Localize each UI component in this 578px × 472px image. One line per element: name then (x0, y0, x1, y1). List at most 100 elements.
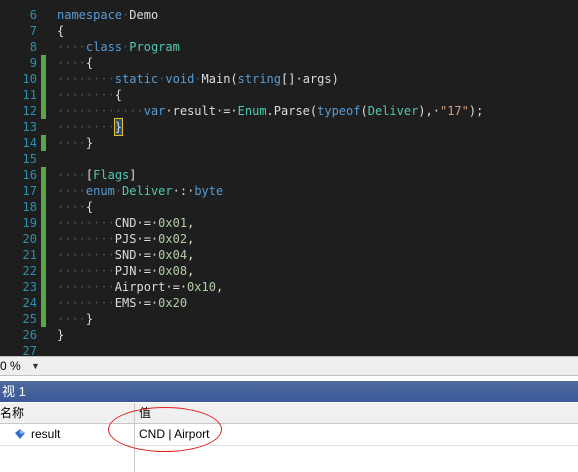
code-line[interactable]: 19 ········CND·=·0x01, (0, 215, 578, 231)
change-indicator-bar (41, 231, 46, 247)
code-line[interactable]: 20 ········PJS·=·0x02, (0, 231, 578, 247)
code-line[interactable]: 18 ····{ (0, 199, 578, 215)
code-token: ···· (57, 136, 86, 150)
line-number: 11 (22, 88, 37, 102)
code-text[interactable]: ········} (57, 118, 124, 136)
line-number: 9 (29, 56, 37, 70)
code-token: ( (360, 104, 368, 118)
change-indicator-bar (41, 135, 46, 151)
code-token: { (85, 56, 94, 70)
code-token: []·args) (281, 72, 339, 86)
code-token: } (57, 328, 65, 342)
code-line[interactable]: 14 ····} (0, 135, 578, 151)
code-text[interactable]: ····} (57, 135, 93, 151)
code-line[interactable]: 22 ········PJN·=·0x08, (0, 263, 578, 279)
code-text[interactable]: ····enum·Deliver·:·byte (57, 183, 223, 199)
code-text[interactable]: ····[Flags] (57, 167, 137, 183)
code-line[interactable]: 10 ········static·void·Main(string[]·args… (0, 71, 578, 87)
code-token: ········ (57, 296, 115, 310)
code-text[interactable]: ····{ (57, 199, 93, 215)
code-line[interactable]: 13 ········} (0, 118, 578, 136)
code-token: PJS·=· (114, 232, 159, 246)
code-token: ···· (57, 168, 86, 182)
code-text[interactable]: ········{ (57, 87, 122, 103)
line-number: 8 (29, 40, 37, 54)
code-token: · (114, 184, 123, 198)
code-token: 0x20 (158, 296, 188, 310)
code-token: Demo (129, 8, 159, 22)
column-separator[interactable] (134, 403, 135, 423)
watch-row-value[interactable]: CND | Airport (139, 424, 209, 445)
code-token: ···· (57, 200, 86, 214)
code-text[interactable]: ········EMS·=·0x20 (57, 295, 187, 311)
code-line[interactable]: 11 ········{ (0, 87, 578, 103)
line-number: 17 (22, 184, 37, 198)
watch-row[interactable]: result CND | Airport (0, 424, 578, 446)
watch-panel-title[interactable]: 视 1 (0, 381, 578, 402)
code-token: CND·=· (114, 216, 159, 230)
code-line[interactable]: 7{ (0, 23, 578, 39)
code-token: 0x04 (158, 248, 188, 262)
code-text[interactable]: ····} (57, 311, 93, 327)
code-token: ········ (57, 280, 115, 294)
code-text[interactable]: ········PJS·=·0x02, (57, 231, 194, 247)
code-token: , (187, 264, 195, 278)
change-indicator-bar (41, 263, 46, 279)
zoom-level[interactable]: 0 % (0, 357, 21, 375)
code-token: ········ (57, 232, 115, 246)
code-token: 0x01 (158, 216, 188, 230)
code-text[interactable]: ········CND·=·0x01, (57, 215, 194, 231)
code-text[interactable]: ····class·Program (57, 39, 180, 55)
column-value-header[interactable]: 值 (139, 403, 151, 423)
code-token: , (187, 216, 195, 230)
column-separator (134, 424, 135, 445)
code-text[interactable]: ········static·void·Main(string[]·args) (57, 71, 339, 87)
code-token: Airport·=· (114, 280, 188, 294)
code-text[interactable]: ········Airport·=·0x10, (57, 279, 223, 295)
code-token: Deliver (367, 104, 419, 118)
code-text[interactable]: namespace·Demo (57, 7, 158, 23)
code-token: ········ (57, 120, 115, 134)
text-caret: } (113, 118, 124, 136)
code-token: SND·=· (114, 248, 159, 262)
code-line[interactable]: 25 ····} (0, 311, 578, 327)
code-line[interactable]: 8 ····class·Program (0, 39, 578, 55)
line-number: 18 (22, 200, 37, 214)
code-token: ···· (57, 40, 86, 54)
code-text[interactable]: ············var·result·=·Enum.Parse(type… (57, 103, 483, 119)
line-number: 12 (22, 104, 37, 118)
line-number: 27 (22, 344, 37, 356)
code-token: typeof (317, 104, 361, 118)
watch-panel: 视 1 名称 值 result CND | Airport (0, 381, 578, 472)
change-indicator-bar (41, 215, 46, 231)
code-token: ] (129, 168, 137, 182)
code-token: ········ (57, 264, 115, 278)
code-line[interactable]: 12 ············var·result·=·Enum.Parse(ty… (0, 103, 578, 119)
code-line[interactable]: 27 (0, 343, 578, 356)
code-line[interactable]: 24 ········EMS·=·0x20 (0, 295, 578, 311)
column-name-header[interactable]: 名称 (0, 403, 24, 423)
code-text[interactable]: ········PJN·=·0x08, (57, 263, 194, 279)
change-indicator-bar (41, 103, 46, 119)
code-line[interactable]: 9 ····{ (0, 55, 578, 71)
watch-row-name[interactable]: result (31, 424, 60, 445)
line-number: 25 (22, 312, 37, 326)
code-text[interactable]: ····{ (57, 55, 93, 71)
code-line[interactable]: 17 ····enum·Deliver·:·byte (0, 183, 578, 199)
code-line[interactable]: 6 namespace·Demo (0, 7, 578, 23)
code-text[interactable]: { (57, 23, 64, 39)
code-line[interactable]: 15 (0, 151, 578, 167)
code-text[interactable]: } (57, 327, 64, 343)
zoom-dropdown-arrow-icon[interactable]: ▼ (31, 357, 40, 375)
code-token: ········ (57, 88, 115, 102)
code-text[interactable]: ········SND·=·0x04, (57, 247, 194, 263)
line-number: 13 (22, 120, 37, 134)
code-line[interactable]: 21 ········SND·=·0x04, (0, 247, 578, 263)
line-number: 19 (22, 216, 37, 230)
code-line[interactable]: 16 ····[Flags] (0, 167, 578, 183)
code-line[interactable]: 26} (0, 327, 578, 343)
code-line[interactable]: 23 ········Airport·=·0x10, (0, 279, 578, 295)
code-token: "17" (439, 104, 469, 118)
code-editor[interactable]: 6 namespace·Demo 7{8 ····class·Program 9 ····… (0, 0, 578, 356)
code-token: var (143, 104, 166, 118)
